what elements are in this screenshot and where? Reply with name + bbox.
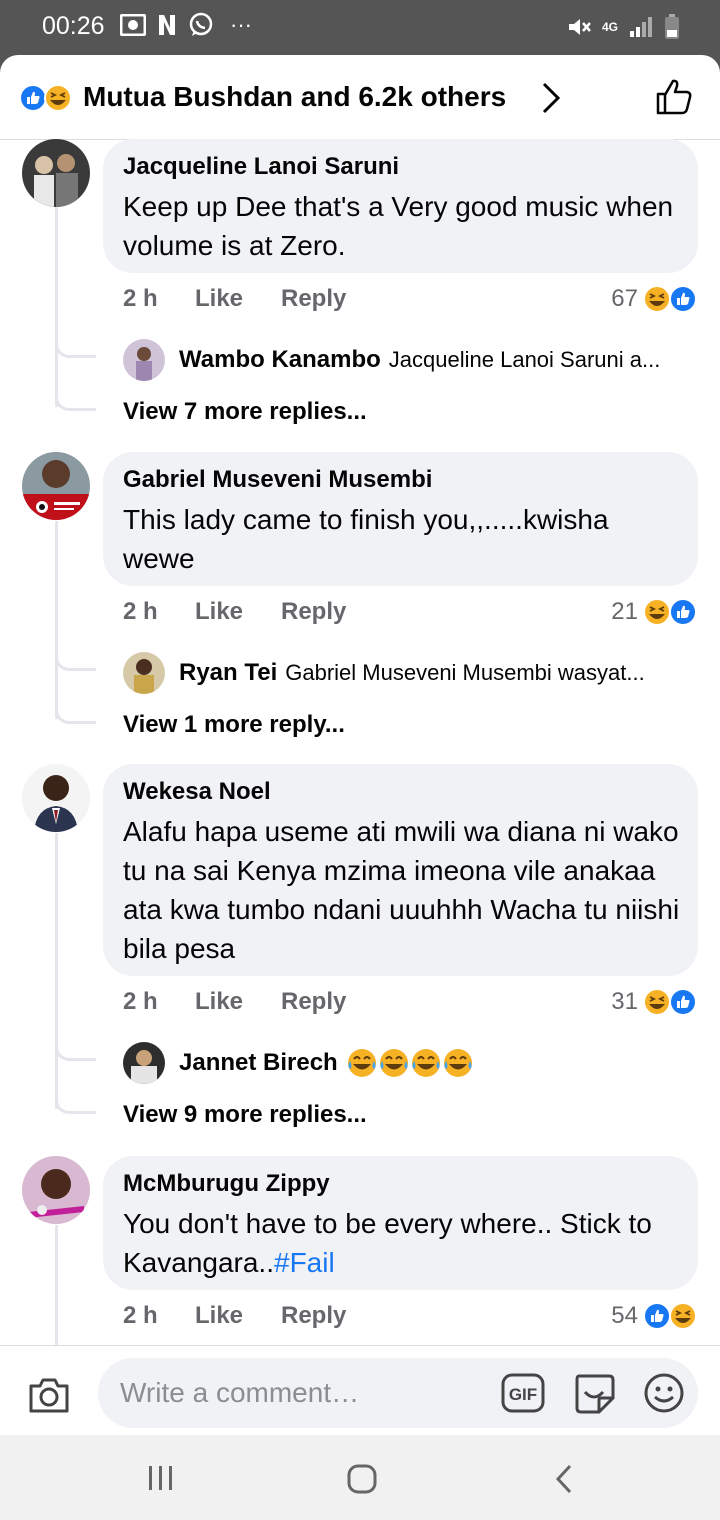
thread-line [55,833,58,1109]
comments-sheet: Mutua Bushdan and 6.2k others Jacqueline… [0,55,720,1435]
thread-line [55,1225,58,1345]
reply-branch [55,388,96,411]
haha-like-reactions-icon [643,988,697,1016]
recent-apps-icon[interactable] [146,1463,176,1493]
battery-icon [665,14,679,39]
view-more-replies[interactable]: View 7 more replies... [123,398,367,426]
comment-bubble[interactable]: Gabriel Museveni Musembi This lady came … [103,452,698,586]
reactions-header[interactable]: Mutua Bushdan and 6.2k others [0,55,720,140]
reaction-count[interactable]: 67 [611,284,698,314]
comment-bubble[interactable]: Wekesa Noel Alafu hapa useme ati mwili w… [103,764,698,976]
comment-text: This lady came to finish you,,.....kwish… [123,504,609,574]
like-haha-reactions-icon [643,1302,697,1330]
comment-text-main: You don't have to be every where.. Stick… [123,1208,652,1278]
comment-text: You don't have to be every where.. Stick… [123,1204,683,1282]
reply-text: Gabriel Museveni Musembi wasyat... [285,660,645,685]
like-button[interactable]: Like [195,285,243,313]
home-icon[interactable] [346,1463,378,1495]
signal-icon [630,17,652,37]
camera-icon[interactable] [28,1376,70,1414]
haha-like-reactions-icon [643,598,697,626]
avatar[interactable] [22,452,90,520]
view-more-replies[interactable]: View 1 more reply... [123,711,345,739]
reply-branch [55,701,96,724]
reply-branch [55,1038,96,1061]
reply-author[interactable]: Jannet Birech [179,1049,338,1077]
reply-button[interactable]: Reply [281,1302,346,1330]
reply-branch [55,335,96,358]
like-button[interactable]: Like [195,598,243,626]
reply-author[interactable]: Ryan Tei [179,659,277,687]
comment-timestamp: 2 h [123,1302,158,1329]
comment-timestamp: 2 h [123,285,158,312]
reply-preview[interactable]: Ryan Tei Gabriel Museveni Musembi wasyat… [123,652,645,694]
comment-input-placeholder[interactable]: Write a comment… [120,1377,359,1409]
netflix-notification-icon [159,15,175,35]
reply-preview[interactable]: Wambo Kanambo Jacqueline Lanoi Saruni a.… [123,339,660,381]
avatar[interactable] [123,652,165,694]
reply-text: Jacqueline Lanoi Saruni a... [388,347,661,372]
hashtag-link[interactable]: #Fail [274,1247,335,1278]
like-button[interactable]: Like [195,988,243,1016]
status-bar: 00:26 ··· 4G [0,0,720,55]
status-time: 00:26 [42,12,105,40]
reply-preview[interactable]: Jannet Birech [123,1042,476,1084]
comment-bubble[interactable]: McMburugu Zippy You don't have to be eve… [103,1156,698,1290]
avatar[interactable] [22,764,90,832]
reactions-summary-icon [19,84,72,112]
notification-icons: ··· [120,12,252,38]
haha-like-reactions-icon [643,285,697,313]
network-type: 4G [601,20,618,34]
view-more-replies[interactable]: View 9 more replies... [123,1101,367,1129]
comment-author[interactable]: McMburugu Zippy [123,1170,330,1198]
comment-text: Alafu hapa useme ati mwili wa diana ni w… [123,816,680,964]
gif-icon[interactable]: GIF [501,1372,545,1414]
tears-of-joy-emoji-icon [347,1049,472,1077]
gif-label: GIF [509,1385,537,1404]
comment-author[interactable]: Jacqueline Lanoi Saruni [123,153,399,181]
more-notifications: ··· [230,12,252,37]
system-nav-bar [0,1435,720,1520]
avatar[interactable] [22,139,90,207]
back-icon[interactable] [552,1463,576,1495]
whatsapp-notification-icon [189,12,213,36]
reaction-number: 54 [611,1302,638,1329]
reaction-count[interactable]: 31 [611,987,698,1017]
thread-line [55,207,58,407]
thread-line [55,521,58,719]
reply-button[interactable]: Reply [281,988,346,1016]
comment-composer: Write a comment… GIF [0,1345,720,1435]
reaction-count[interactable]: 54 [611,1301,698,1331]
reaction-number: 21 [611,598,638,625]
comment-author[interactable]: Gabriel Museveni Musembi [123,466,432,494]
gallery-notification-icon [120,14,146,36]
sticker-icon[interactable] [573,1372,615,1414]
comment-bubble[interactable]: Jacqueline Lanoi Saruni Keep up Dee that… [103,139,698,273]
reaction-count[interactable]: 21 [611,597,698,627]
chevron-right-icon[interactable] [540,81,562,115]
reply-button[interactable]: Reply [281,598,346,626]
comment-input[interactable]: Write a comment… GIF [98,1358,698,1428]
comment-timestamp: 2 h [123,988,158,1015]
comment-author[interactable]: Wekesa Noel [123,778,271,806]
like-button[interactable]: Like [195,1302,243,1330]
comment-timestamp: 2 h [123,598,158,625]
reply-author[interactable]: Wambo Kanambo [179,346,381,374]
emoji-icon[interactable] [643,1372,685,1414]
avatar[interactable] [22,1156,90,1224]
like-page-icon[interactable] [654,77,694,117]
reaction-number: 31 [611,988,638,1015]
avatar[interactable] [123,339,165,381]
reply-branch [55,1091,96,1114]
reaction-number: 67 [611,285,638,312]
reactions-summary-text[interactable]: Mutua Bushdan and 6.2k others [83,81,506,113]
comment-text: Keep up Dee that's a Very good music whe… [123,191,674,261]
reply-button[interactable]: Reply [281,285,346,313]
mute-icon [568,19,591,35]
reply-branch [55,648,96,671]
avatar[interactable] [123,1042,165,1084]
